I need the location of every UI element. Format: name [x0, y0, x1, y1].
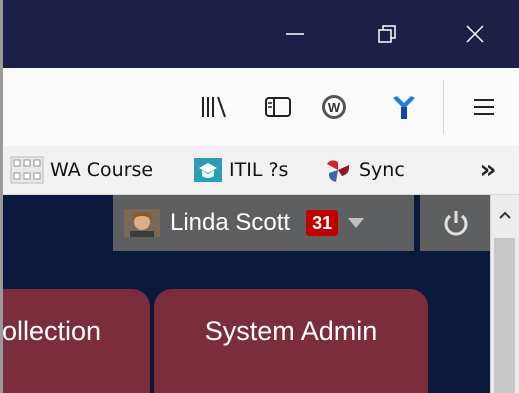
tab-label: System Admin — [204, 316, 378, 346]
svg-text:W: W — [328, 100, 341, 115]
open-menu-button[interactable] — [462, 68, 506, 146]
restore-icon — [378, 25, 396, 43]
scrollbar-thumb[interactable] — [494, 238, 515, 393]
logout-button[interactable] — [420, 195, 492, 251]
minimize-icon — [286, 33, 304, 35]
bookmark-label: Sync — [359, 159, 405, 181]
wa-course-icon — [10, 156, 44, 184]
user-name: Linda Scott — [170, 209, 291, 236]
bookmarks-toolbar: WA Course ITIL ?s Sync » — [0, 146, 519, 195]
w-extension-button[interactable]: W — [312, 68, 356, 146]
bookmark-itil[interactable]: ITIL ?s — [193, 146, 288, 194]
y-extension-icon — [393, 96, 415, 119]
browser-toolbar: W — [0, 68, 519, 146]
scroll-up-button[interactable] — [490, 195, 519, 235]
notification-badge[interactable]: 31 — [306, 210, 339, 236]
avatar — [124, 209, 160, 237]
bookmark-wa-course[interactable]: WA Course — [10, 146, 153, 194]
itil-icon — [193, 156, 223, 184]
hamburger-menu-icon — [474, 99, 494, 115]
power-icon — [444, 211, 468, 236]
chevron-up-icon — [498, 211, 511, 219]
close-icon — [466, 25, 484, 43]
toolbar-separator — [443, 80, 444, 134]
bookmark-label: ITIL ?s — [229, 159, 289, 181]
y-extension-button[interactable] — [382, 68, 426, 146]
w-extension-icon: W — [322, 95, 346, 119]
restore-button[interactable] — [352, 0, 422, 68]
bookmark-label: WA Course — [50, 159, 154, 181]
tab-label: ollection — [2, 316, 102, 346]
bookmark-sync[interactable]: Sync — [323, 146, 405, 194]
chevron-down-icon[interactable] — [348, 218, 365, 228]
tab-system-admin[interactable]: System Admin — [154, 289, 428, 393]
bookmarks-overflow-button[interactable]: » — [468, 146, 508, 194]
window-title-bar — [0, 0, 519, 68]
tab-collection[interactable]: ollection — [0, 289, 150, 393]
chevron-double-right-icon: » — [479, 155, 497, 185]
library-button[interactable] — [192, 68, 236, 146]
sidebar-button[interactable] — [256, 68, 300, 146]
user-menu[interactable]: Linda Scott 31 — [113, 195, 414, 251]
sidebar-icon — [265, 97, 291, 117]
sync-icon — [323, 156, 353, 184]
library-icon — [202, 96, 226, 118]
window-frame — [0, 0, 3, 393]
minimize-button[interactable] — [260, 0, 330, 68]
close-button[interactable] — [440, 0, 510, 68]
